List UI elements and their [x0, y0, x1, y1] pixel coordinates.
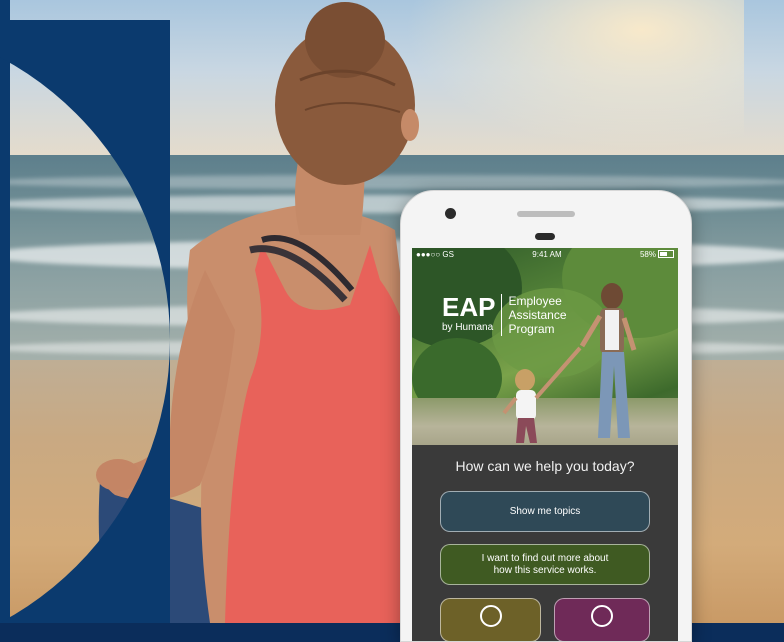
learn-more-line-1: I want to find out more about: [481, 552, 609, 564]
speaker-grille: [517, 211, 575, 217]
program-line-1: Employee: [508, 294, 562, 308]
help-question: How can we help you today?: [455, 458, 635, 474]
eap-logo: EAP by Humana Employee Assistance Progra…: [442, 294, 567, 336]
program-name: Employee Assistance Program: [508, 294, 566, 336]
mother-child-photo: [502, 283, 637, 443]
learn-more-button[interactable]: I want to find out more about how this s…: [440, 544, 650, 585]
program-line-2: Assistance: [508, 308, 567, 322]
brand-byline: by Humana: [442, 322, 494, 333]
camera-icon: [445, 208, 456, 219]
carrier-signal: ●●●○○ GS: [416, 249, 454, 259]
list-icon: [591, 605, 613, 627]
logo-divider: [501, 294, 503, 336]
battery-status: 58%: [640, 250, 674, 259]
program-line-3: Program: [508, 322, 555, 336]
call-button[interactable]: [440, 598, 541, 641]
smartphone: EAP by Humana Employee Assistance Progra…: [400, 190, 692, 642]
show-topics-button[interactable]: Show me topics: [440, 491, 650, 532]
status-bar: ●●●○○ GS 9:41 AM 58%: [412, 248, 678, 260]
proximity-sensor: [535, 233, 555, 240]
list-button[interactable]: [554, 598, 650, 641]
brand-name: EAP: [442, 292, 496, 322]
learn-more-line-2: how this service works.: [493, 564, 597, 576]
hero-image: EAP by Humana Employee Assistance Progra…: [412, 248, 678, 445]
app-screen: EAP by Humana Employee Assistance Progra…: [412, 248, 678, 641]
headset-icon: [479, 605, 502, 627]
battery-percent: 58%: [639, 249, 656, 259]
status-time: 9:41 AM: [532, 249, 562, 259]
battery-icon: [657, 250, 674, 259]
